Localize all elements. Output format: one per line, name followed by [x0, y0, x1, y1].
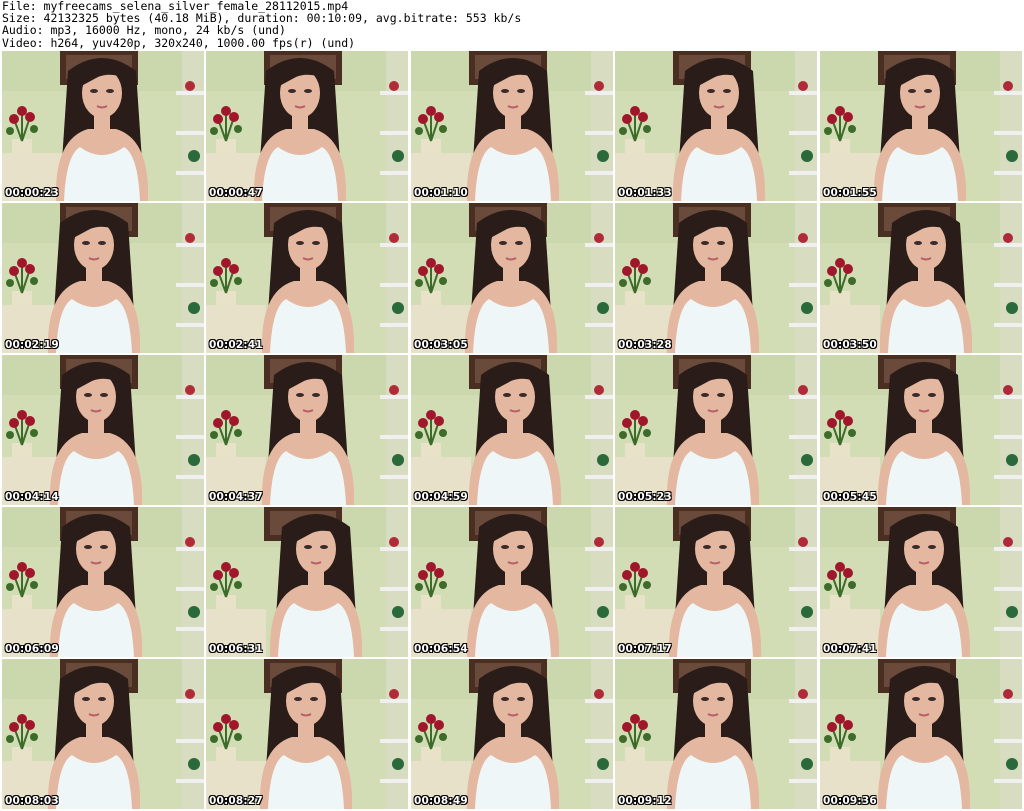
- video-thumbnail: 00:09:12: [615, 659, 817, 809]
- thumbnail-timestamp: 00:06:31: [209, 643, 263, 655]
- thumbnail-timestamp: 00:03:28: [618, 339, 672, 351]
- video-thumbnail: 00:01:10: [411, 51, 613, 201]
- thumbnail-timestamp: 00:05:23: [618, 491, 672, 503]
- thumbnail-frame-image: [2, 355, 204, 505]
- video-thumbnail: 00:06:09: [2, 507, 204, 657]
- thumbnail-timestamp: 00:07:41: [823, 643, 877, 655]
- thumbnail-timestamp: 00:06:09: [5, 643, 59, 655]
- thumbnail-timestamp: 00:08:03: [5, 795, 59, 807]
- video-thumbnail: 00:02:41: [206, 203, 408, 353]
- video-thumbnail: 00:09:36: [820, 659, 1022, 809]
- video-thumbnail: 00:03:05: [411, 203, 613, 353]
- video-thumbnail: 00:05:23: [615, 355, 817, 505]
- video-thumbnail: 00:03:28: [615, 203, 817, 353]
- thumbnail-frame-image: [2, 203, 204, 353]
- file-info-header: File: myfreecams_selena_silver_female_28…: [2, 0, 1022, 50]
- thumbnail-timestamp: 00:04:37: [209, 491, 263, 503]
- thumbnail-timestamp: 00:01:33: [618, 187, 672, 199]
- thumbnail-frame-image: [206, 203, 408, 353]
- thumbnail-timestamp: 00:01:55: [823, 187, 877, 199]
- thumbnail-timestamp: 00:03:05: [414, 339, 468, 351]
- video-thumbnail: 00:00:47: [206, 51, 408, 201]
- thumbnail-timestamp: 00:04:14: [5, 491, 59, 503]
- video-thumbnail: 00:06:54: [411, 507, 613, 657]
- thumbnail-timestamp: 00:02:41: [209, 339, 263, 351]
- thumbnail-frame-image: [206, 659, 408, 809]
- thumbnail-timestamp: 00:00:23: [5, 187, 59, 199]
- thumbnail-frame-image: [206, 507, 408, 657]
- video-thumbnail: 00:01:55: [820, 51, 1022, 201]
- thumbnail-frame-image: [820, 659, 1022, 809]
- video-thumbnail: 00:08:27: [206, 659, 408, 809]
- thumbnail-frame-image: [820, 203, 1022, 353]
- thumbnail-timestamp: 00:09:12: [618, 795, 672, 807]
- video-thumbnail: 00:08:49: [411, 659, 613, 809]
- thumbnail-timestamp: 00:02:19: [5, 339, 59, 351]
- thumbnail-frame-image: [411, 659, 613, 809]
- thumbnail-frame-image: [411, 51, 613, 201]
- video-thumbnail: 00:04:37: [206, 355, 408, 505]
- video-thumbnail: 00:07:17: [615, 507, 817, 657]
- thumbnail-frame-image: [411, 203, 613, 353]
- video-thumbnail: 00:04:14: [2, 355, 204, 505]
- thumbnail-frame-image: [820, 507, 1022, 657]
- thumbnail-timestamp: 00:08:27: [209, 795, 263, 807]
- thumbnail-timestamp: 00:08:49: [414, 795, 468, 807]
- thumbnail-frame-image: [615, 355, 817, 505]
- video-thumbnail: 00:05:45: [820, 355, 1022, 505]
- thumbnail-timestamp: 00:06:54: [414, 643, 468, 655]
- thumbnail-frame-image: [411, 507, 613, 657]
- video-thumbnail: 00:06:31: [206, 507, 408, 657]
- thumbnail-frame-image: [2, 507, 204, 657]
- thumbnail-frame-image: [615, 659, 817, 809]
- thumbnail-timestamp: 00:09:36: [823, 795, 877, 807]
- video-thumbnail: 00:03:50: [820, 203, 1022, 353]
- thumbnail-frame-image: [615, 51, 817, 201]
- video-thumbnail: 00:02:19: [2, 203, 204, 353]
- video-thumbnail: 00:00:23: [2, 51, 204, 201]
- thumbnail-frame-image: [2, 51, 204, 201]
- thumbnail-timestamp: 00:05:45: [823, 491, 877, 503]
- video-thumbnail: 00:01:33: [615, 51, 817, 201]
- thumbnail-frame-image: [206, 51, 408, 201]
- audio-info-line: Audio: mp3, 16000 Hz, mono, 24 kb/s (und…: [2, 23, 286, 38]
- thumbnail-frame-image: [411, 355, 613, 505]
- video-info-line: Video: h264, yuv420p, 320x240, 1000.00 f…: [2, 35, 356, 50]
- thumbnail-grid: 00:00:23 00:00:47 00:01:10 00:01:33 00:0…: [0, 50, 1024, 811]
- video-thumbnail: 00:04:59: [411, 355, 613, 505]
- thumbnail-frame-image: [820, 355, 1022, 505]
- thumbnail-timestamp: 00:07:17: [618, 643, 672, 655]
- contact-sheet: File: myfreecams_selena_silver_female_28…: [0, 0, 1024, 811]
- thumbnail-frame-image: [615, 507, 817, 657]
- video-thumbnail: 00:07:41: [820, 507, 1022, 657]
- video-thumbnail: 00:08:03: [2, 659, 204, 809]
- thumbnail-timestamp: 00:00:47: [209, 187, 263, 199]
- thumbnail-frame-image: [2, 659, 204, 809]
- thumbnail-frame-image: [206, 355, 408, 505]
- thumbnail-timestamp: 00:03:50: [823, 339, 877, 351]
- thumbnail-frame-image: [615, 203, 817, 353]
- thumbnail-frame-image: [820, 51, 1022, 201]
- thumbnail-timestamp: 00:04:59: [414, 491, 468, 503]
- thumbnail-timestamp: 00:01:10: [414, 187, 468, 199]
